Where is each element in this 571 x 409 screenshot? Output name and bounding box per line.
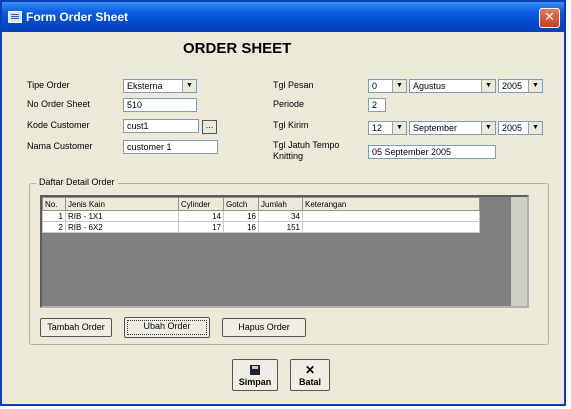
tgl-pesan-year-select[interactable]: 2005 ▼ (498, 79, 543, 93)
close-button[interactable]: ✕ (539, 8, 560, 28)
nama-customer-label: Nama Customer (27, 141, 93, 151)
kode-customer-field[interactable]: cust1 (123, 119, 199, 133)
vertical-scrollbar[interactable] (511, 197, 527, 306)
table-row[interactable]: 2 RIB - 6X2 17 16 151 (42, 221, 480, 233)
table-cell[interactable]: 16 (223, 221, 259, 233)
hapus-order-button[interactable]: Hapus Order (222, 318, 306, 337)
no-order-sheet-label: No Order Sheet (27, 99, 91, 109)
column-header[interactable]: Cylinder (178, 197, 224, 211)
chevron-down-icon[interactable]: ▼ (481, 80, 495, 92)
browse-customer-button[interactable]: ... (202, 120, 217, 134)
chevron-down-icon[interactable]: ▼ (528, 80, 542, 92)
tgl-pesan-day-select[interactable]: 0 ▼ (368, 79, 407, 93)
table-cell[interactable] (302, 221, 480, 233)
tgl-kirim-day-select[interactable]: 12 ▼ (368, 121, 407, 135)
column-header[interactable]: No. (42, 197, 66, 211)
tgl-pesan-day-value: 0 (372, 81, 378, 91)
periode-label: Periode (273, 99, 305, 109)
chevron-down-icon[interactable]: ▼ (392, 122, 406, 134)
page-title: ORDER SHEET (183, 40, 292, 57)
title-bar[interactable]: Form Order Sheet ✕ (2, 2, 564, 32)
tgl-kirim-month-select[interactable]: September ▼ (409, 121, 496, 135)
column-header[interactable]: Keterangan (302, 197, 480, 211)
chevron-down-icon[interactable]: ▼ (182, 80, 196, 92)
table-cell[interactable]: RIB - 6X2 (65, 221, 179, 233)
tgl-kirim-month-value: September (413, 123, 458, 133)
tgl-pesan-month-select[interactable]: Agustus ▼ (409, 79, 496, 93)
table-cell[interactable]: 34 (258, 210, 303, 222)
simpan-label: Simpan (238, 377, 272, 387)
tgl-kirim-year-select[interactable]: 2005 ▼ (498, 121, 543, 135)
form-icon (8, 11, 22, 23)
save-icon (233, 363, 277, 377)
tipe-order-label: Tipe Order (27, 80, 70, 90)
tipe-order-select[interactable]: Eksterna ▼ (123, 79, 197, 93)
tgl-kirim-label: Tgl Kirim (273, 120, 309, 130)
chevron-down-icon[interactable]: ▼ (481, 122, 495, 134)
window-title: Form Order Sheet (26, 10, 129, 24)
column-header[interactable]: Jumlah (258, 197, 303, 211)
table-cell[interactable]: 2 (42, 221, 66, 233)
tgl-kirim-year-value: 2005 (502, 123, 523, 133)
form-order-sheet-window: Form Order Sheet ✕ ORDER SHEET Tipe Orde… (0, 0, 566, 406)
nama-customer-field[interactable]: customer 1 (123, 140, 218, 154)
table-cell[interactable] (302, 210, 480, 222)
simpan-button[interactable]: Simpan (232, 359, 278, 391)
table-cell[interactable]: RIB - 1X1 (65, 210, 179, 222)
periode-field[interactable]: 2 (368, 98, 386, 112)
column-header[interactable]: Jenis Kain (65, 197, 179, 211)
table-cell[interactable]: 17 (178, 221, 224, 233)
detail-order-table[interactable]: No. Jenis Kain Cylinder Gotch Jumlah Ket… (42, 197, 480, 233)
tgl-kirim-day-value: 12 (372, 123, 383, 133)
table-cell[interactable]: 14 (178, 210, 224, 222)
tgl-pesan-month-value: Agustus (413, 81, 446, 91)
chevron-down-icon[interactable]: ▼ (392, 80, 406, 92)
column-header[interactable]: Gotch (223, 197, 259, 211)
tgl-jatuh-tempo-field[interactable]: 05 September 2005 (368, 145, 496, 159)
table-cell[interactable]: 151 (258, 221, 303, 233)
tgl-pesan-label: Tgl Pesan (273, 80, 314, 90)
cancel-icon: ✕ (304, 363, 316, 377)
kode-customer-label: Kode Customer (27, 120, 90, 130)
table-row[interactable]: 1 RIB - 1X1 14 16 34 (42, 210, 480, 222)
tipe-order-value: Eksterna (127, 81, 163, 91)
tgl-pesan-year-value: 2005 (502, 81, 523, 91)
table-cell[interactable]: 16 (223, 210, 259, 222)
batal-label: Batal (298, 377, 321, 387)
detail-order-group-label: Daftar Detail Order (36, 177, 118, 187)
tgl-jatuh-tempo-label-line2: Knitting (273, 151, 304, 161)
table-cell[interactable]: 1 (42, 210, 66, 222)
tgl-jatuh-tempo-label-line1: Tgl Jatuh Tempo (273, 140, 340, 150)
batal-button[interactable]: ✕ Batal (290, 359, 330, 391)
table-header-row: No. Jenis Kain Cylinder Gotch Jumlah Ket… (42, 197, 480, 211)
detail-order-grid[interactable]: No. Jenis Kain Cylinder Gotch Jumlah Ket… (40, 195, 529, 308)
ubah-order-button[interactable]: Ubah Order (124, 317, 210, 338)
no-order-sheet-field[interactable]: 510 (123, 98, 197, 112)
chevron-down-icon[interactable]: ▼ (528, 122, 542, 134)
tambah-order-button[interactable]: Tambah Order (40, 318, 112, 337)
tgl-jatuh-tempo-label: Tgl Jatuh Tempo Knitting (273, 140, 339, 162)
